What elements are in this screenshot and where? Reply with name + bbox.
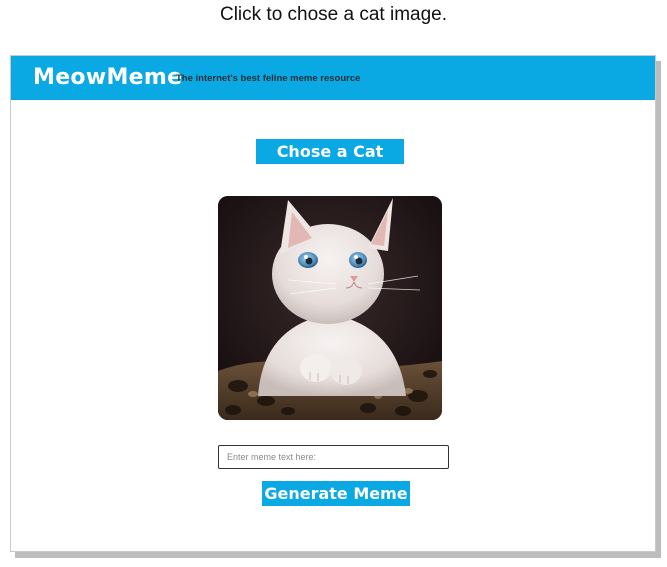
meme-text-input[interactable] xyxy=(218,445,449,469)
generate-meme-button[interactable]: Generate Meme xyxy=(262,481,410,506)
page: Click to chose a cat image. MeowMeme The… xyxy=(0,0,667,567)
brand-logo[interactable]: MeowMeme xyxy=(33,65,182,90)
instruction-caption: Click to chose a cat image. xyxy=(219,4,448,25)
choose-cat-button[interactable]: Chose a Cat xyxy=(256,139,404,164)
kitten-illustration xyxy=(218,196,442,420)
meme-app-window: MeowMeme The internet's best feline meme… xyxy=(10,55,656,552)
cat-image[interactable] xyxy=(218,196,442,420)
app-header: MeowMeme The internet's best feline meme… xyxy=(11,56,655,100)
brand-tagline: The internet's best feline meme resource xyxy=(176,73,361,84)
